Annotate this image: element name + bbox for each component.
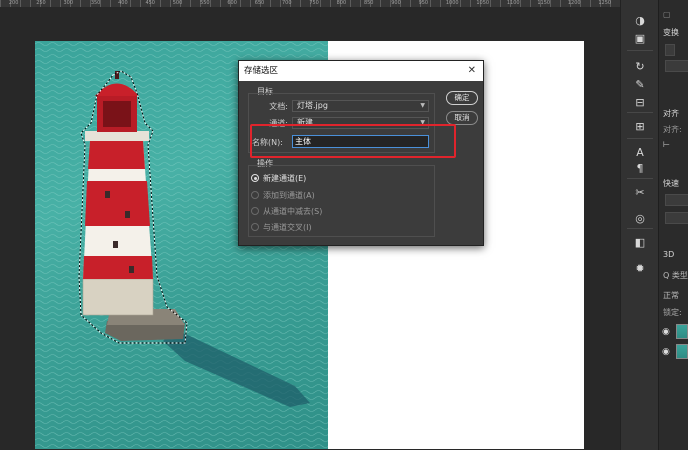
align-sub-label: 对齐: xyxy=(663,125,682,134)
tool-divider xyxy=(627,112,653,113)
tool-divider xyxy=(627,50,653,51)
ruler-tick-label: 200 xyxy=(8,0,19,6)
align-left-icon[interactable]: ⊢ xyxy=(663,140,670,149)
document-value: 灯塔.jpg xyxy=(297,101,328,110)
tab-3d[interactable]: 3D xyxy=(663,250,674,259)
align-title: 对齐 xyxy=(663,109,679,118)
tool-divider xyxy=(627,228,653,229)
tool-divider xyxy=(627,138,653,139)
ruler-tick-label: 400 xyxy=(118,0,128,6)
quick-actions-title: 快速 xyxy=(663,179,679,188)
history-icon[interactable]: ◑ xyxy=(631,12,649,28)
panel-icons-column: ◑ ▣ ↻ ✎ ⊟ ⊞ A ¶ ✂ ◎ ◧ ✹ xyxy=(620,0,658,450)
ruler-tick-label: 450 xyxy=(145,0,155,6)
ruler-tick-label: 800 xyxy=(336,0,347,6)
radio-unselected[interactable] xyxy=(251,223,259,231)
transform-field[interactable] xyxy=(665,60,688,72)
ruler-tick-label: 1050 xyxy=(476,0,490,6)
operation-label: 添加到通道(A) xyxy=(263,190,315,200)
ruler-tick-label: 1100 xyxy=(506,0,520,6)
cancel-button[interactable]: 取消 xyxy=(446,111,478,125)
operation-intersect-channel[interactable]: 与通道交叉(I) xyxy=(251,221,312,233)
layer-thumbnail[interactable] xyxy=(676,344,688,359)
layers-icon[interactable]: ◧ xyxy=(631,234,649,250)
document-label: 文档: xyxy=(269,102,288,111)
adjust-icon[interactable]: ⊟ xyxy=(631,94,649,110)
tool-divider xyxy=(627,178,653,179)
ruler-tick-label: 850 xyxy=(363,0,374,6)
ok-button[interactable]: 确定 xyxy=(446,91,478,105)
ruler-tick-label: 750 xyxy=(309,0,319,6)
ruler-tick-label: 700 xyxy=(282,0,292,6)
blend-mode-select[interactable]: 正常 xyxy=(663,290,679,301)
character-icon[interactable]: A xyxy=(631,144,649,160)
radio-unselected[interactable] xyxy=(251,191,259,199)
operation-new-channel[interactable]: 新建通道(E) xyxy=(251,172,306,184)
ruler-tick-label: 900 xyxy=(391,0,401,6)
ruler-tick-label: 1200 xyxy=(567,0,581,6)
ruler-tick-label: 1000 xyxy=(445,0,459,6)
link-icon[interactable] xyxy=(665,44,675,56)
ruler-tick-label: 550 xyxy=(200,0,210,6)
operation-label: 新建通道(E) xyxy=(263,173,307,183)
ruler-tick-label: 1250 xyxy=(598,0,612,6)
ruler-labels: 200 250 300 350 400 450 500 550 600 650 700 750 800 8… xyxy=(0,0,620,7)
lock-label: 锁定: xyxy=(663,308,682,317)
ruler-tick-label: 350 xyxy=(90,0,101,6)
annotation-highlight-box xyxy=(250,124,456,158)
dialog-title: 存储选区 xyxy=(239,61,483,81)
right-panel: ▢ 变换 对齐 对齐: ⊢ 快速 3D Q 类型 正常 锁定: xyxy=(658,0,688,450)
ruler-tick-label: 250 xyxy=(36,0,46,6)
clone-icon[interactable]: ⊞ xyxy=(631,118,649,134)
operation-label: 从通道中减去(S) xyxy=(263,206,323,216)
chevron-down-icon: ▼ xyxy=(420,102,425,109)
operation-add-to-channel[interactable]: 添加到通道(A) xyxy=(251,189,315,201)
layer-visibility-eye-icon[interactable]: ◉ xyxy=(662,347,670,357)
actions-icon[interactable]: ▣ xyxy=(631,30,649,46)
radio-unselected[interactable] xyxy=(251,207,259,215)
light-icon[interactable]: ✹ xyxy=(631,260,649,276)
quick-action-button-2[interactable] xyxy=(665,212,688,224)
operation-label: 与通道交叉(I) xyxy=(263,222,312,232)
tools-icon[interactable]: ✂ xyxy=(631,184,649,200)
navigator-icon[interactable]: ◎ xyxy=(631,210,649,226)
ruler-tick-label: 650 xyxy=(254,0,265,6)
rotate-icon[interactable]: ↻ xyxy=(631,58,649,74)
ruler-tick-label: 1150 xyxy=(537,0,551,6)
operation-subtract-from-channel[interactable]: 从通道中减去(S) xyxy=(251,205,322,217)
close-icon[interactable]: ✕ xyxy=(468,61,476,81)
layer-filter[interactable]: Q 类型 xyxy=(663,270,688,281)
layer-visibility-eye-icon[interactable]: ◉ xyxy=(662,327,670,337)
quick-action-button-1[interactable] xyxy=(665,194,688,206)
document-select[interactable]: 灯塔.jpg ▼ xyxy=(292,100,429,112)
panel-tab-icon[interactable]: ▢ xyxy=(663,10,671,19)
ruler-tick-label: 950 xyxy=(418,0,429,6)
paragraph-icon[interactable]: ¶ xyxy=(631,160,649,176)
ruler-tick-label: 500 xyxy=(172,0,183,6)
brush-icon[interactable]: ✎ xyxy=(631,76,649,92)
properties-title: 变换 xyxy=(663,28,679,37)
radio-selected[interactable] xyxy=(251,174,259,182)
layer-thumbnail[interactable] xyxy=(676,324,688,339)
ruler-tick-label: 600 xyxy=(227,0,237,6)
ruler-tick-label: 300 xyxy=(63,0,74,6)
